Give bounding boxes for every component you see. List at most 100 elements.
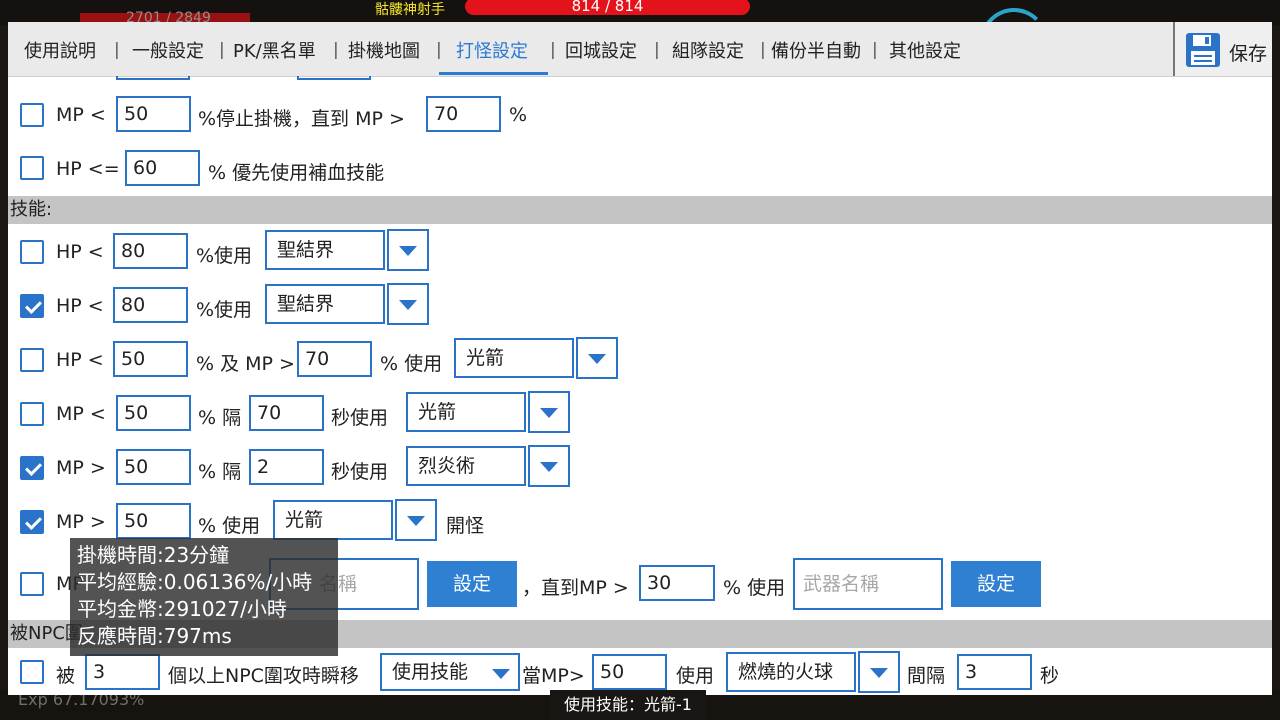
skill-row-label: HP <: [56, 241, 104, 263]
floppy-disk-icon: [1186, 33, 1220, 67]
tab-separator: |: [654, 40, 660, 60]
save-button[interactable]: 保存: [1173, 22, 1272, 76]
skill-select[interactable]: 聖結界: [265, 230, 385, 270]
tab-separator: |: [333, 40, 339, 60]
hp-heal-label: HP <=: [56, 158, 120, 180]
skill-row-label: MP >: [56, 457, 106, 479]
stats-gold: 平均金幣:291027/小時: [77, 597, 287, 621]
mp-stop-input[interactable]: 50: [116, 96, 191, 132]
skill-used-toast: 使用技能：光箭-1: [550, 690, 706, 720]
weapon-until-label: ，直到MP >: [522, 577, 629, 599]
target-hp-bar: 814 / 814: [465, 0, 750, 15]
skill-dropdown-button[interactable]: [576, 337, 618, 379]
weapon2-name-input[interactable]: 武器名稱: [793, 558, 943, 610]
skill-row-hp-input[interactable]: 80: [113, 233, 188, 269]
weapon-mp-input[interactable]: 30: [639, 565, 715, 601]
skill-select[interactable]: 光箭: [406, 392, 526, 432]
stats-exp: 平均經驗:0.06136%/小時: [77, 570, 313, 594]
tab-help[interactable]: 使用說明: [24, 37, 96, 65]
skill-select[interactable]: 烈炎術: [406, 446, 526, 486]
tab-separator: |: [219, 40, 225, 60]
skill-row-checkbox[interactable]: [20, 294, 44, 318]
stats-reaction: 反應時間:797ms: [77, 624, 232, 648]
npc-interval-label: 間隔: [907, 665, 946, 687]
npc-teleport-label: 個以上NPC圍攻時瞬移: [168, 665, 359, 687]
skill-row-label: MP >: [56, 511, 106, 533]
weapon-use-label: % 使用: [723, 577, 786, 599]
tab-other[interactable]: 其他設定: [889, 37, 961, 65]
mp-stop-until-label: %停止掛機，直到 MP >: [198, 108, 405, 130]
save-label: 保存: [1229, 43, 1268, 65]
skill-row-label: HP <: [56, 349, 104, 371]
tab-combat[interactable]: 打怪設定: [456, 37, 528, 65]
skill-row-mp-input[interactable]: 50: [116, 449, 191, 485]
cut-off-input: [116, 76, 190, 80]
skill-dropdown-button[interactable]: [387, 283, 429, 325]
skill-row-use-label: % 使用: [380, 353, 443, 375]
skill-row-interval-input[interactable]: 70: [249, 395, 324, 431]
skill-row-label: MP <: [56, 403, 106, 425]
skill-dropdown-button[interactable]: [528, 391, 570, 433]
weapon2-set-button[interactable]: 設定: [951, 561, 1041, 607]
skill-row-checkbox[interactable]: [20, 510, 44, 534]
npc-mp-input[interactable]: 50: [592, 654, 667, 690]
cut-off-input: [297, 76, 371, 80]
skill-dropdown-button[interactable]: [387, 229, 429, 271]
skill-row-interval-label: % 隔: [198, 461, 242, 483]
weapon-set-button[interactable]: 設定: [427, 561, 517, 607]
skill-row-seconds-label: 秒使用: [331, 407, 389, 429]
npc-count-input[interactable]: 3: [85, 654, 160, 690]
skill-row-hp-input[interactable]: 50: [113, 341, 188, 377]
open-monster-label: 開怪: [446, 515, 485, 537]
npc-skill-select[interactable]: 燃燒的火球: [726, 652, 856, 692]
hp-heal-desc: % 優先使用補血技能: [208, 162, 385, 184]
skill-row-checkbox[interactable]: [20, 402, 44, 426]
skill-row-interval-label: % 隔: [198, 407, 242, 429]
npc-interval-input[interactable]: 3: [957, 654, 1032, 690]
npc-skill-dropdown-button[interactable]: [858, 651, 900, 693]
npc-use-label: 使用: [676, 665, 715, 687]
hp-heal-checkbox[interactable]: [20, 156, 44, 180]
target-name: 骷髏神射手: [375, 2, 445, 18]
skill-dropdown-button[interactable]: [528, 445, 570, 487]
tab-return[interactable]: 回城設定: [565, 37, 637, 65]
stats-time: 掛機時間:23分鐘: [77, 543, 230, 567]
skill-row-checkbox[interactable]: [20, 456, 44, 480]
tab-party[interactable]: 組隊設定: [672, 37, 744, 65]
tab-separator: |: [760, 40, 766, 60]
skill-dropdown-button[interactable]: [395, 499, 437, 541]
stats-overlay: 掛機時間:23分鐘 平均經驗:0.06136%/小時 平均金幣:291027/小…: [70, 538, 338, 656]
skill-row-checkbox[interactable]: [20, 240, 44, 264]
skill-row-mp-input[interactable]: 70: [297, 341, 372, 377]
skill-row-use-label: %使用: [196, 299, 253, 321]
skill-row-label: HP <: [56, 295, 104, 317]
mp-stop-checkbox[interactable]: [20, 103, 44, 127]
tab-map[interactable]: 掛機地圖: [348, 37, 420, 65]
skill-select[interactable]: 光箭: [454, 338, 574, 378]
mp-stop-label: MP <: [56, 104, 106, 126]
tab-separator: |: [550, 40, 556, 60]
skill-row-checkbox[interactable]: [20, 348, 44, 372]
tab-pk-blacklist[interactable]: PK/黑名單: [233, 37, 316, 65]
tab-backup[interactable]: 備份半自動: [771, 37, 861, 65]
skill-select[interactable]: 光箭: [273, 500, 393, 540]
tab-general[interactable]: 一般設定: [132, 37, 204, 65]
skill-row-hp-input[interactable]: 80: [113, 287, 188, 323]
active-tab-indicator: [439, 72, 548, 75]
npc-row-label: 被: [56, 665, 76, 687]
mp-resume-input[interactable]: 70: [426, 96, 501, 132]
hp-heal-input[interactable]: 60: [125, 150, 200, 186]
tab-separator: |: [436, 40, 442, 60]
npc-row-checkbox[interactable]: [20, 660, 44, 684]
skill-row-mp-input[interactable]: 50: [116, 503, 191, 539]
skill-select[interactable]: 聖結界: [265, 284, 385, 324]
skill-row-interval-input[interactable]: 2: [249, 449, 324, 485]
npc-seconds-label: 秒: [1040, 665, 1060, 687]
skill-row-use-label: %使用: [196, 245, 253, 267]
npc-mode-select[interactable]: 使用技能: [380, 653, 520, 691]
skill-row-seconds-label: 秒使用: [331, 461, 389, 483]
weapon-row-checkbox[interactable]: [20, 572, 44, 596]
skill-row-mp-input[interactable]: 50: [116, 395, 191, 431]
skill-row-use-label: % 使用: [198, 515, 261, 537]
tab-bar: 使用說明 | 一般設定 | PK/黑名單 | 掛機地圖 | 打怪設定 | 回城設…: [8, 22, 1272, 77]
